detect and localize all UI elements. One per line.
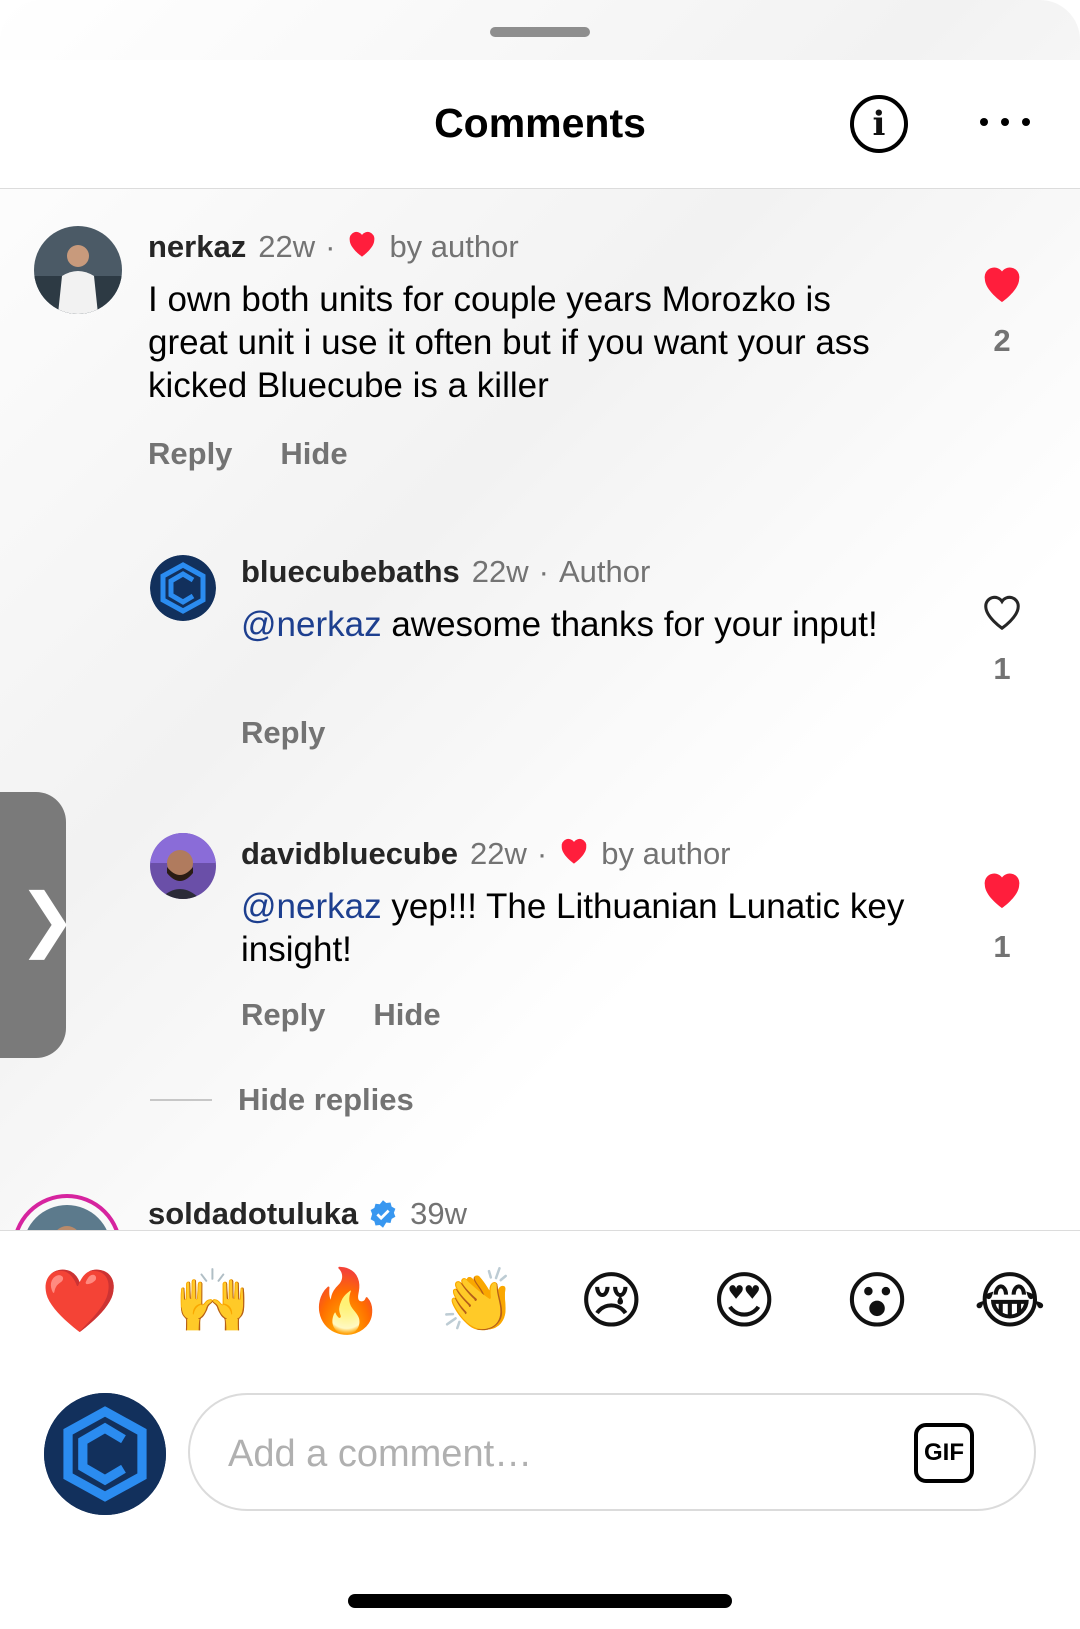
username[interactable]: soldadotuluka xyxy=(148,1196,358,1232)
reaction-heart[interactable]: ❤️ xyxy=(40,1271,120,1333)
timestamp: 22w xyxy=(258,229,316,264)
avatar[interactable] xyxy=(150,833,216,899)
reaction-wow[interactable]: 😮 xyxy=(837,1271,917,1333)
page-title: Comments xyxy=(434,100,646,146)
liked-by-author-label: by author xyxy=(389,229,519,264)
timestamp: 39w xyxy=(410,1196,468,1231)
avatar[interactable] xyxy=(34,226,122,314)
comment-input-container: GIF xyxy=(188,1393,1036,1511)
comments-sheet: Comments i nerkaz 22w · by author I own … xyxy=(0,0,1080,1629)
username[interactable]: davidbluecube xyxy=(241,836,458,872)
reply-button[interactable]: Reply xyxy=(241,997,325,1033)
hide-button[interactable]: Hide xyxy=(280,436,347,472)
home-indicator[interactable] xyxy=(348,1594,732,1608)
author-heart-icon xyxy=(345,228,379,266)
reaction-cry[interactable]: 😢 xyxy=(571,1271,651,1333)
hide-button[interactable]: Hide xyxy=(373,997,440,1033)
timestamp: 22w xyxy=(471,554,529,589)
side-drawer-tab[interactable]: ❯ xyxy=(0,792,77,1058)
username[interactable]: nerkaz xyxy=(148,229,246,265)
comment-text: @nerkaz awesome thanks for your input! xyxy=(241,605,878,644)
reaction-clap[interactable]: 👏 xyxy=(439,1271,519,1333)
like-count: 1 xyxy=(993,651,1011,686)
more-options-icon[interactable] xyxy=(980,102,1030,142)
comment-text: I own both units for couple years Morozk… xyxy=(148,280,870,405)
like-button[interactable]: 1 xyxy=(972,590,1032,687)
username[interactable]: bluecubebaths xyxy=(241,554,460,590)
reaction-heart-eyes[interactable]: 😍 xyxy=(704,1271,784,1333)
chevron-right-icon: ❯ xyxy=(18,880,77,958)
divider xyxy=(150,1099,212,1101)
author-heart-icon xyxy=(557,835,591,873)
sheet-grabber[interactable] xyxy=(490,27,590,37)
reaction-laugh[interactable]: 😂 xyxy=(970,1271,1050,1333)
reaction-raised-hands[interactable]: 🙌 xyxy=(173,1271,253,1333)
mention-link[interactable]: @nerkaz xyxy=(241,887,382,926)
verified-badge-icon xyxy=(368,1199,398,1229)
heart-filled-icon xyxy=(979,267,1025,308)
info-icon[interactable]: i xyxy=(850,95,908,153)
like-count: 1 xyxy=(993,929,1011,964)
like-button[interactable]: 1 xyxy=(972,868,1032,965)
heart-outline-icon xyxy=(979,595,1025,636)
reaction-bar: ❤️ 🙌 🔥 👏 😢 😍 😮 😂 xyxy=(40,1271,1050,1333)
reaction-fire[interactable]: 🔥 xyxy=(306,1271,386,1333)
hide-replies-button[interactable]: Hide replies xyxy=(150,1082,414,1118)
current-user-avatar xyxy=(44,1393,166,1515)
header: Comments i xyxy=(0,60,1080,189)
avatar[interactable] xyxy=(150,555,216,621)
timestamp: 22w xyxy=(470,836,527,871)
comment-input[interactable] xyxy=(226,1425,870,1483)
author-label: Author xyxy=(558,554,651,589)
liked-by-author-label: by author xyxy=(601,836,731,871)
like-count: 2 xyxy=(993,323,1011,358)
reply-button[interactable]: Reply xyxy=(148,436,232,472)
heart-filled-icon xyxy=(979,873,1025,914)
reply-button[interactable]: Reply xyxy=(241,715,325,751)
gif-button[interactable]: GIF xyxy=(914,1423,974,1483)
comment-text: @nerkaz yep!!! The Lithuanian Lunatic ke… xyxy=(241,887,905,969)
like-button[interactable]: 2 xyxy=(972,262,1032,359)
composer-footer: ❤️ 🙌 🔥 👏 😢 😍 😮 😂 GIF xyxy=(0,1230,1080,1629)
mention-link[interactable]: @nerkaz xyxy=(241,605,382,644)
